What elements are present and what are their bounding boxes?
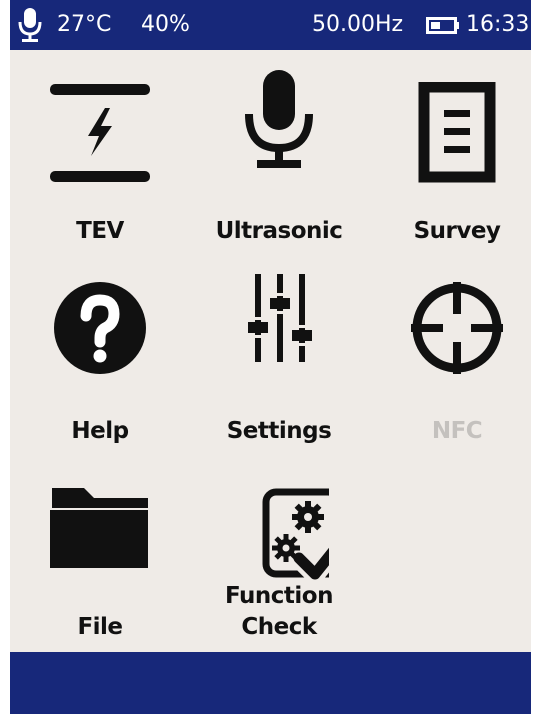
battery-icon [426,17,459,34]
screen-bezel-right [531,0,538,714]
help-label: Help [71,418,129,444]
file-label: File [77,614,123,640]
document-icon [418,82,496,183]
temperature-readout: 27°C [57,12,112,37]
folder-icon [50,488,148,568]
tev-button[interactable]: TEV [15,78,185,268]
function-check-button[interactable]: Function Check [194,486,364,676]
humidity-readout: 40% [141,12,190,37]
device-screen: 27°C 40% 50.00Hz 16:33 TEV Ultrasonic Su… [0,0,538,714]
bottom-bar [10,652,531,714]
function-check-label-line1: Function [224,583,334,609]
ultrasonic-button[interactable]: Ultrasonic [194,68,364,258]
screen-bezel-left [0,0,10,714]
microphone-icon [245,70,313,168]
tev-icon [50,84,150,182]
survey-label: Survey [413,218,501,244]
ultrasonic-label: Ultrasonic [215,218,343,244]
frequency-readout: 50.00Hz [312,12,404,37]
tev-label: TEV [76,218,124,244]
sliders-icon [248,274,312,362]
nfc-label: NFC [431,418,483,444]
nfc-button[interactable]: NFC [372,282,538,472]
clock-readout: 16:33 [466,12,530,37]
file-button[interactable]: File [15,488,185,678]
settings-label: Settings [226,418,332,444]
function-check-label-line2: Check [241,614,317,640]
gear-check-icon [262,488,329,584]
help-button[interactable]: Help [15,280,185,470]
question-icon [54,282,146,374]
settings-button[interactable]: Settings [194,270,364,460]
microphone-icon [18,8,42,42]
survey-button[interactable]: Survey [372,82,538,272]
crosshair-icon [411,282,503,374]
status-bar: 27°C 40% 50.00Hz 16:33 [10,0,531,50]
